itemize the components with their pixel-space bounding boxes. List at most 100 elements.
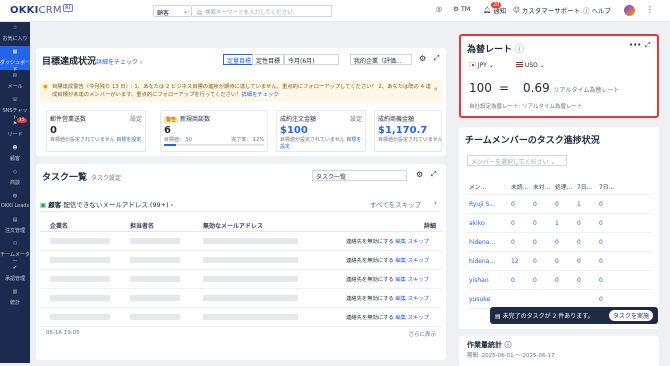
skip-link[interactable]: スキップ [408,296,429,302]
skip-link[interactable]: スキップ [408,315,429,321]
expand-icon[interactable]: ⤢ [645,41,651,50]
support-button[interactable]: ☺ カスタマーサポート [513,5,580,15]
tab-qualitative-goal[interactable]: 定性目標 [252,54,285,65]
task-count[interactable]: 1 [555,220,577,227]
task-count[interactable]: 0 [533,201,555,208]
team-column-header[interactable]: 処理... [555,182,577,191]
skip-link[interactable]: スキップ [408,277,429,283]
task-count[interactable]: 0 [599,220,621,227]
to-currency-select[interactable]: USD ⌄ [516,62,545,69]
task-count[interactable]: 0 [577,277,599,284]
task-count[interactable]: 0 [599,277,621,284]
task-count[interactable]: 0 [511,277,533,284]
team-column-header[interactable]: メン... [467,182,511,191]
task-count[interactable]: 0 [577,220,599,227]
sidebar-item-dashboard[interactable]: ▦ ダッシュボード [0,46,30,73]
task-count[interactable]: 0 [511,201,533,208]
member-name-link[interactable]: Ryuji S... [467,201,511,208]
task-count[interactable]: 0 [533,220,555,227]
edit-link[interactable]: 編集 [395,296,406,302]
disable-contact-link[interactable]: 連絡先を無効にする [346,277,394,283]
sidebar-item-orders[interactable]: ▤ 注文管理 [0,214,30,238]
from-currency-select[interactable]: JPY ⌄ [469,62,494,69]
team-column-header[interactable]: 7日... [577,182,599,191]
task-count[interactable]: 0 [599,201,621,208]
team-column-header[interactable]: 未対... [533,182,555,191]
show-more-link[interactable]: さらに表示 [408,330,436,338]
table-row: 連絡先を無効にする 編集 スキップ [40,289,442,308]
goals-detail-link[interactable]: 詳細をチェック › [96,57,142,66]
disable-contact-link[interactable]: 連絡先を無効にする [346,315,394,321]
member-name-link[interactable]: yusuke [467,296,511,303]
task-count[interactable]: 0 [511,239,533,246]
edit-link[interactable]: 編集 [395,277,406,283]
chevron-right-icon[interactable]: › [434,199,437,207]
sidebar-item-okki-leads[interactable]: ◍ OKKI Leads [0,190,30,214]
member-name-link[interactable]: hidena... [467,258,511,265]
search-scope-select[interactable]: 顧客 ⌄ [153,5,192,17]
task-count[interactable]: 0 [577,258,599,265]
sidebar-item-sns-chat[interactable]: ☏ SNSチャット [0,94,30,121]
task-count[interactable]: 0 [599,296,621,303]
menu-dots-icon[interactable]: ⋮ [646,5,654,14]
task-count[interactable]: 12 [511,258,533,265]
settings-icon[interactable]: ⚙ [416,170,423,179]
task-list-select[interactable]: タスク一覧 [312,170,407,181]
member-name-link[interactable]: yishan [467,277,511,284]
disable-contact-link[interactable]: 連絡先を無効にする [346,296,394,302]
task-count[interactable]: 0 [555,277,577,284]
alert-detail-link[interactable]: 詳細をチェック [242,92,279,98]
sidebar-item-leads[interactable]: ⚑ リード 15 [0,118,30,142]
more-icon[interactable]: ••• [629,41,641,49]
sidebar-item-mail[interactable]: ✉ メール [0,70,30,94]
skip-link[interactable]: スキップ [408,258,429,264]
close-icon[interactable]: ✕ [434,86,438,94]
member-select[interactable]: メンバーを選択してください ⌄ [467,155,567,166]
app-logo[interactable]: OKKICRM AI [10,4,73,16]
disable-contact-link[interactable]: 連絡先を無効にする [346,239,394,245]
do-task-button[interactable]: タスクを実施 [608,310,653,321]
team-column-header[interactable]: 未読... [511,182,533,191]
settings-icon[interactable]: ⚙ [419,54,426,63]
sidebar-item-favorites[interactable]: ☆ お気に入り [0,22,30,46]
period-select[interactable]: 今月(6月) [284,54,339,65]
task-count[interactable]: 1 [577,201,599,208]
task-count[interactable]: 0 [555,201,577,208]
member-name-link[interactable]: akiko [467,220,511,227]
task-count[interactable]: 0 [555,239,577,246]
avatar[interactable] [624,5,635,16]
target-icon[interactable]: ◎ [436,5,442,13]
sidebar-item-customers[interactable]: ☻ 顧客 [0,142,30,166]
task-count[interactable]: 0 [511,220,533,227]
task-count[interactable]: 0 [533,239,555,246]
disable-contact-link[interactable]: 連絡先を無効にする [346,258,394,264]
sidebar-item-deals[interactable]: ◇ 商談 [0,166,30,190]
sidebar-item-stats[interactable]: ▥ 統計 [0,286,30,310]
edit-link[interactable]: 編集 [395,239,406,245]
amount-input[interactable]: 100 [469,81,492,95]
skip-link[interactable]: スキップ [408,239,429,245]
sidebar-item-team[interactable]: ⚇ チームメーター [0,238,30,265]
user-menu[interactable]: ⚙ TM [453,5,470,13]
set-goal-link[interactable]: 目標を設定 [116,137,141,143]
help-button[interactable]: ⓘ ヘルプ [583,5,611,15]
task-count[interactable]: 0 [577,239,599,246]
task-count[interactable]: 0 [599,258,621,265]
member-name-link[interactable]: hidena... [467,239,511,246]
task-count[interactable]: 0 [533,277,555,284]
tab-quantitative-goal[interactable]: 定量目標 [223,54,256,65]
task-count[interactable]: 0 [555,258,577,265]
sidebar-item-approval[interactable]: ✔ 承認管理 [0,262,30,286]
edit-link[interactable]: 編集 [395,315,406,321]
search-input[interactable]: 検索キーワードを入力してください [192,5,332,17]
task-count[interactable]: 0 [599,239,621,246]
expand-icon[interactable]: ⤢ [434,54,440,63]
company-select[interactable]: 我的企業（評価... [350,54,412,65]
team-column-header[interactable]: 7日... [599,182,621,191]
edit-link[interactable]: 編集 [395,258,406,264]
notice-button[interactable]: 🔔︎ 通知 20 [483,2,506,15]
expand-icon[interactable]: ⤢ [431,170,437,179]
task-count[interactable]: 0 [533,258,555,265]
skip-all-link[interactable]: すべてをスキップ [370,199,421,209]
task-settings-link[interactable]: タスク設定 [91,173,121,182]
